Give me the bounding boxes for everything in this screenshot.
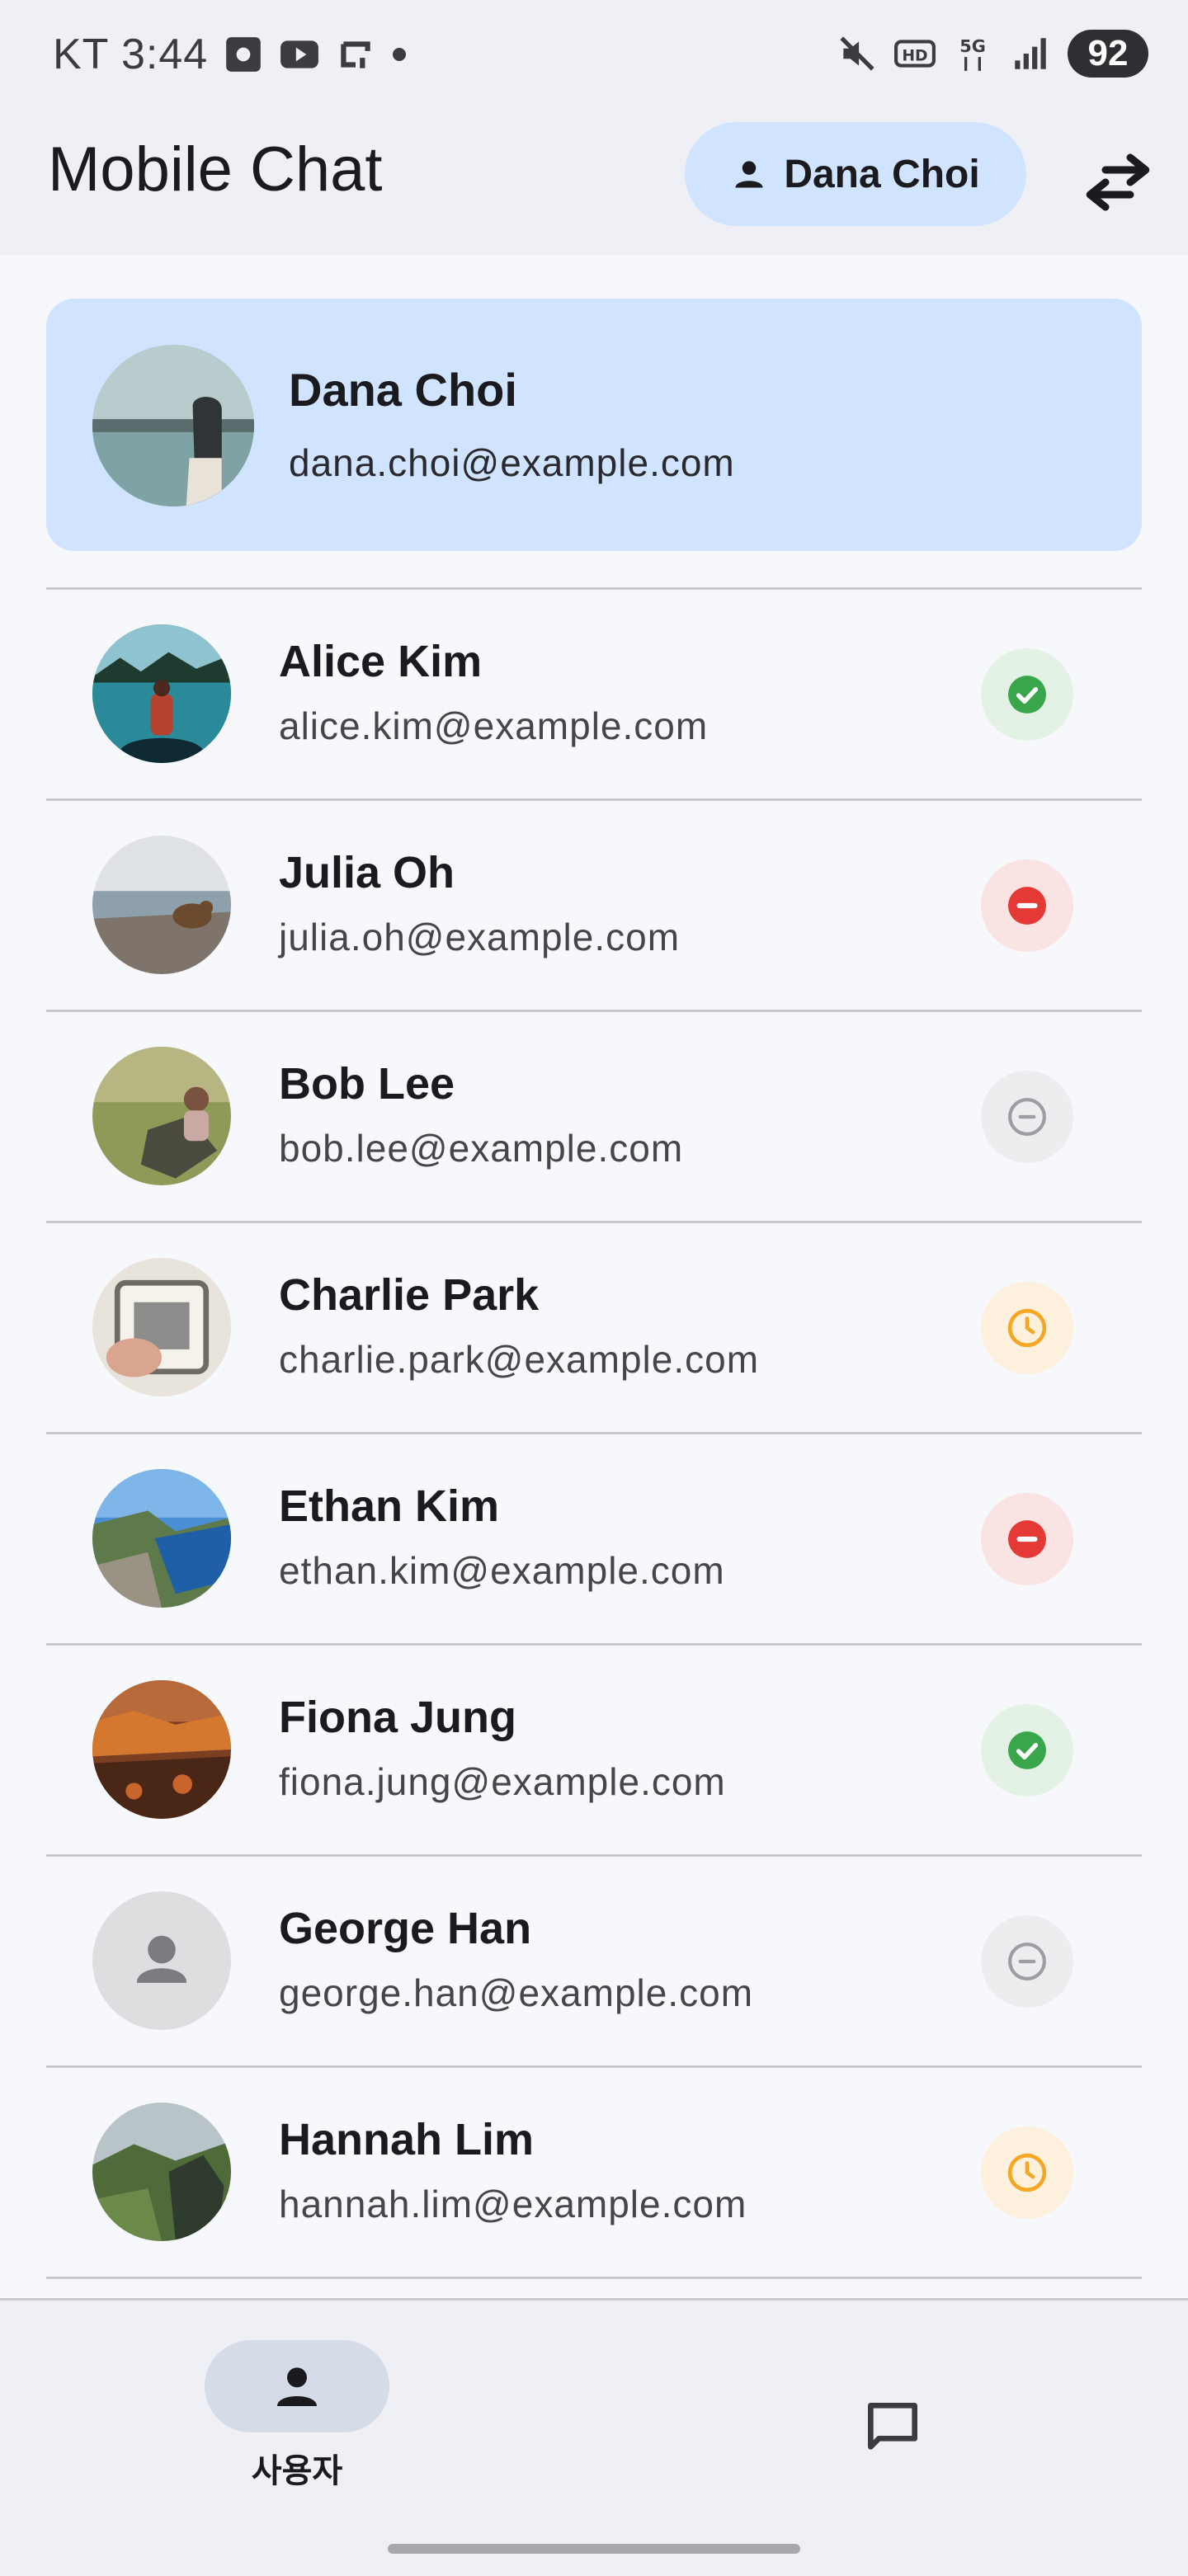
current-user-name: Dana Choi	[784, 152, 980, 196]
avatar	[92, 345, 254, 506]
list-item[interactable]: Fiona Jung fiona.jung@example.com	[46, 1646, 1142, 1854]
app-icon	[341, 41, 370, 68]
status-badge	[981, 1915, 1073, 2008]
contact-email: george.han@example.com	[279, 1971, 754, 2014]
divider	[46, 2277, 1142, 2279]
profile-email: dana.choi@example.com	[289, 441, 735, 484]
5g-icon: 5G	[959, 36, 986, 71]
bottom-navigation: 사용자	[0, 2298, 1188, 2576]
status-badge	[981, 1704, 1073, 1797]
list-item[interactable]: Charlie Park charlie.park@example.com	[46, 1223, 1142, 1432]
contact-email: alice.kim@example.com	[279, 704, 709, 747]
chat-bubble-icon	[868, 2403, 917, 2450]
hd-icon: HD	[894, 40, 936, 68]
page-title: Mobile Chat	[48, 134, 383, 205]
profile-name: Dana Choi	[289, 364, 517, 416]
contact-name: Charlie Park	[279, 1270, 540, 1320]
signal-icon	[1015, 38, 1046, 69]
battery-indicator: 92	[1068, 30, 1148, 78]
contact-email: charlie.park@example.com	[279, 1338, 760, 1381]
contact-name: Hannah Lim	[279, 2115, 535, 2164]
list-item[interactable]: Julia Oh julia.oh@example.com	[46, 801, 1142, 1010]
avatar	[92, 1469, 231, 1608]
status-badge	[981, 859, 1073, 952]
dot-icon	[393, 48, 407, 61]
status-badge	[981, 1493, 1073, 1585]
contact-email: fiona.jung@example.com	[279, 1760, 726, 1803]
check-circle-icon	[1008, 1731, 1046, 1769]
do-not-disturb-icon	[1008, 1520, 1046, 1558]
contact-email: bob.lee@example.com	[279, 1127, 684, 1170]
screenshot-icon	[226, 37, 262, 72]
status-badge	[981, 2126, 1073, 2219]
contact-name: Julia Oh	[279, 848, 455, 897]
current-user-chip[interactable]: Dana Choi	[685, 122, 1026, 226]
status-badge	[981, 648, 1073, 741]
contact-email: hannah.lim@example.com	[279, 2183, 747, 2225]
svg-text:HD: HD	[902, 47, 927, 64]
mute-icon	[840, 36, 874, 71]
nav-label-users: 사용자	[251, 2453, 343, 2489]
avatar	[92, 836, 231, 974]
list-item[interactable]: Bob Lee bob.lee@example.com	[46, 1012, 1142, 1221]
contact-name: George Han	[279, 1904, 532, 1953]
contact-email: julia.oh@example.com	[279, 916, 681, 958]
avatar	[92, 1258, 231, 1396]
contact-email: ethan.kim@example.com	[279, 1549, 725, 1592]
status-badge	[981, 1282, 1073, 1374]
person-icon	[735, 161, 763, 188]
status-badge	[981, 1071, 1073, 1163]
list-item[interactable]: Ethan Kim ethan.kim@example.com	[46, 1434, 1142, 1643]
clock-icon	[1007, 2153, 1047, 2192]
status-bar: KT 3:44 HD 5G 92	[0, 0, 1188, 115]
person-icon	[277, 2367, 317, 2406]
avatar	[92, 1047, 231, 1185]
clock-icon	[1007, 1308, 1047, 1348]
contact-name: Fiona Jung	[279, 1693, 516, 1742]
avatar	[92, 1680, 231, 1819]
list-item[interactable]: Hannah Lim hannah.lim@example.com	[46, 2068, 1142, 2277]
list-item[interactable]: George Han george.han@example.com	[46, 1857, 1142, 2065]
person-icon	[136, 1935, 187, 1983]
home-indicator[interactable]	[388, 2544, 800, 2554]
contact-name: Alice Kim	[279, 637, 483, 686]
app-bar: Mobile Chat Dana Choi	[0, 115, 1188, 256]
contact-name: Ethan Kim	[279, 1481, 500, 1531]
check-circle-icon	[1008, 676, 1046, 713]
contact-name: Bob Lee	[279, 1059, 455, 1109]
offline-icon	[1008, 1098, 1046, 1136]
swap-horiz-icon[interactable]	[1081, 145, 1155, 219]
avatar-placeholder	[92, 1891, 231, 2030]
avatar	[92, 2103, 231, 2241]
nav-item-users[interactable]: 사용자	[205, 2340, 389, 2492]
offline-icon	[1008, 1943, 1046, 1980]
nav-item-chat[interactable]	[846, 2381, 939, 2474]
youtube-icon	[280, 40, 319, 68]
contact-list: Alice Kim alice.kim@example.com Julia Oh…	[46, 587, 1142, 2279]
do-not-disturb-icon	[1008, 887, 1046, 925]
svg-text:5G: 5G	[959, 36, 986, 56]
status-time: KT 3:44	[53, 31, 209, 78]
profile-card[interactable]: Dana Choi dana.choi@example.com	[46, 299, 1142, 551]
avatar	[92, 624, 231, 763]
list-item[interactable]: Alice Kim alice.kim@example.com	[46, 590, 1142, 798]
nav-indicator	[205, 2340, 389, 2432]
